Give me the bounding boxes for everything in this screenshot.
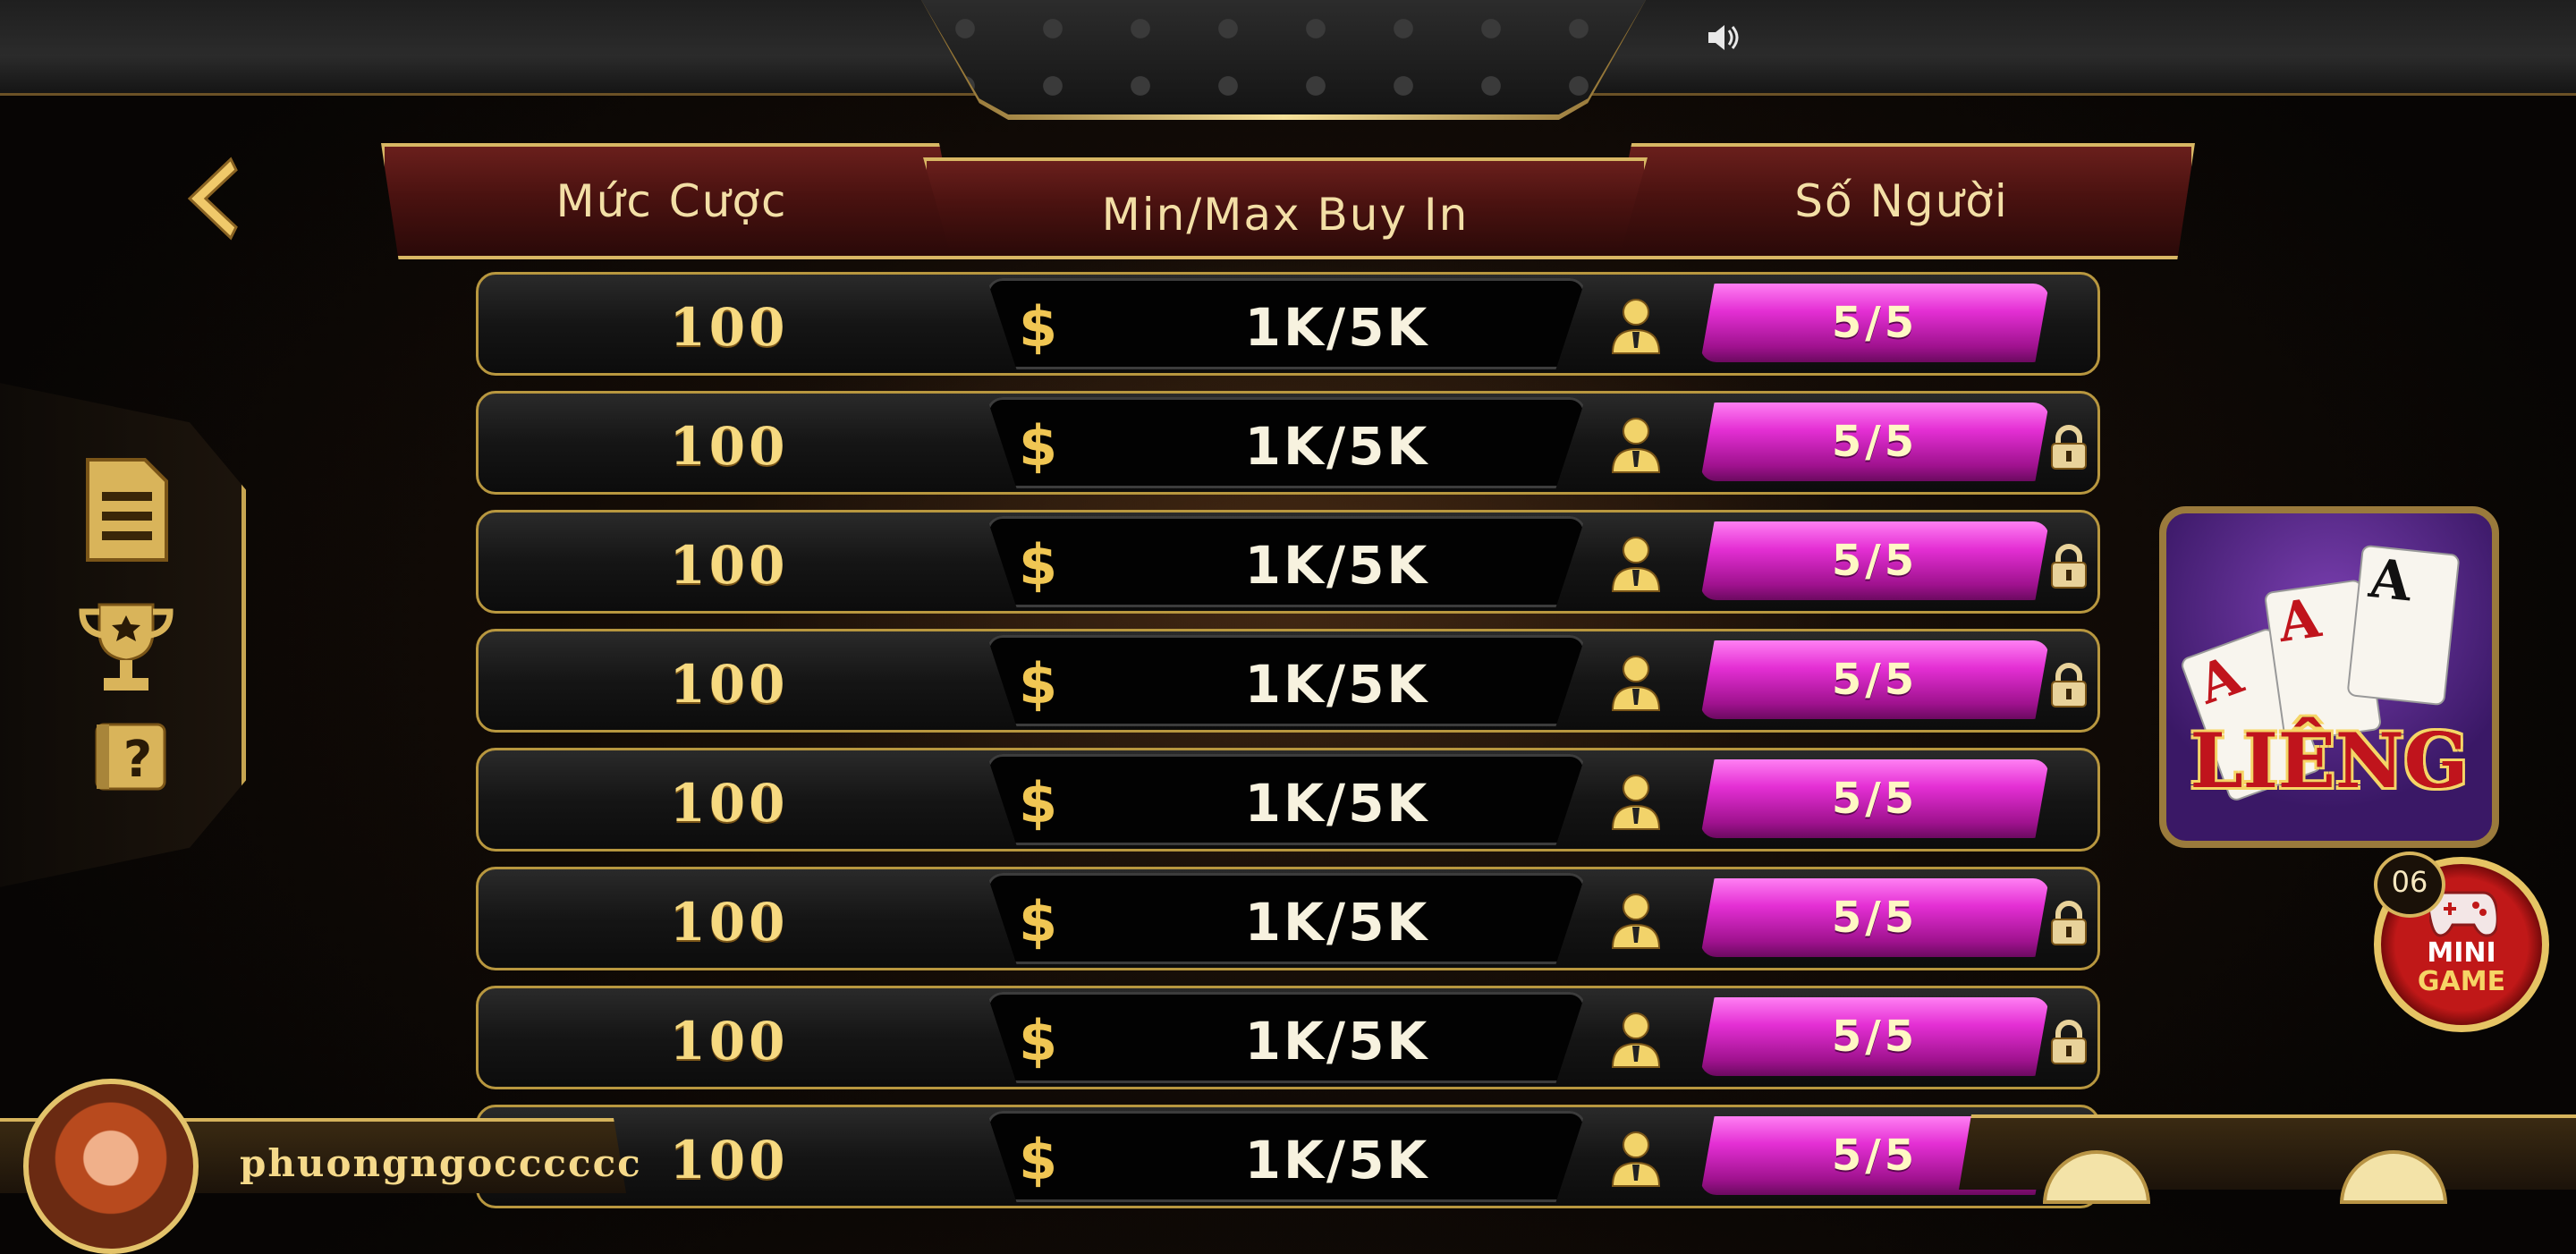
room-players: 5/5	[1700, 402, 2049, 481]
room-list: 100 $ 1K/5K 5/5 100 $ 1K/5K 5/5 100 $ 1K…	[476, 272, 2100, 1224]
room-bet: 100	[669, 892, 789, 953]
lock-icon	[2051, 1020, 2087, 1064]
game-logo: A A A LIÊNG	[2159, 506, 2499, 848]
person-icon	[1611, 537, 1661, 592]
room-buyin: 1K/5K	[1244, 416, 1430, 477]
room-bet: 100	[669, 1011, 789, 1072]
minigame-label-line1: MINI	[2427, 937, 2496, 969]
person-icon	[1611, 656, 1661, 711]
chevron-left-icon	[187, 157, 238, 241]
room-buyin: 1K/5K	[1244, 892, 1430, 953]
room-players: 5/5	[1700, 878, 2049, 957]
room-players: 5/5	[1700, 521, 2049, 600]
game-logo-title: LIÊNG	[2190, 716, 2469, 805]
person-icon	[1611, 418, 1661, 473]
dollar-icon: $	[1019, 1127, 1058, 1192]
room-row[interactable]: 100 $ 1K/5K 5/5	[476, 629, 2100, 733]
room-players: 5/5	[1700, 997, 2049, 1076]
room-row[interactable]: 100 $ 1K/5K 5/5	[476, 272, 2100, 376]
person-icon	[1611, 1131, 1661, 1187]
room-bet: 100	[669, 654, 789, 715]
svg-text:?: ?	[123, 731, 152, 789]
room-buyin: 1K/5K	[1244, 773, 1430, 834]
person-icon	[1611, 775, 1661, 830]
dollar-icon: $	[1019, 294, 1058, 360]
room-buyin: 1K/5K	[1244, 535, 1430, 596]
dollar-icon: $	[1019, 651, 1058, 716]
header-players[interactable]: Số Người	[1608, 143, 2195, 259]
trophy-icon[interactable]	[77, 599, 175, 701]
minigame-label: MINI GAME	[2381, 939, 2542, 996]
avatar[interactable]	[23, 1079, 199, 1254]
help-icon[interactable]: ?	[93, 721, 168, 796]
minigame-count-badge: 06	[2374, 852, 2445, 918]
room-row[interactable]: 100 $ 1K/5K 5/5	[476, 748, 2100, 852]
room-row[interactable]: 100 $ 1K/5K 5/5	[476, 391, 2100, 495]
room-bet: 100	[669, 535, 789, 596]
room-players: 5/5	[1700, 640, 2049, 719]
back-button[interactable]	[175, 154, 247, 243]
header-bet[interactable]: Mức Cược	[381, 143, 962, 259]
room-bet: 100	[669, 773, 789, 834]
room-players: 5/5	[1700, 759, 2049, 838]
dollar-icon: $	[1019, 532, 1058, 597]
minigame-label-line2: GAME	[2417, 966, 2506, 997]
room-bet: 100	[669, 297, 789, 358]
room-buyin: 1K/5K	[1244, 297, 1430, 358]
document-icon[interactable]	[84, 456, 170, 567]
lock-icon	[2051, 544, 2087, 589]
room-row[interactable]: 100 $ 1K/5K 5/5	[476, 867, 2100, 970]
lock-icon	[2051, 663, 2087, 707]
room-buyin: 1K/5K	[1244, 1130, 1430, 1190]
person-icon	[1611, 1013, 1661, 1068]
dollar-icon: $	[1019, 413, 1058, 479]
dollar-icon: $	[1019, 770, 1058, 835]
top-notch-decoration	[921, 0, 1646, 114]
room-bet: 100	[669, 416, 789, 477]
username: phuongngocccccc	[240, 1141, 642, 1185]
dollar-icon: $	[1019, 1008, 1058, 1073]
room-row[interactable]: 100 $ 1K/5K 5/5	[476, 510, 2100, 614]
lock-icon	[2051, 901, 2087, 945]
room-players: 5/5	[1700, 284, 2049, 362]
person-icon	[1611, 299, 1661, 354]
room-row[interactable]: 100 $ 1K/5K 5/5	[476, 1105, 2100, 1208]
header-buyin[interactable]: Min/Max Buy In	[923, 157, 1648, 259]
speaker-icon[interactable]	[1703, 18, 1742, 57]
dollar-icon: $	[1019, 889, 1058, 954]
room-row[interactable]: 100 $ 1K/5K 5/5	[476, 986, 2100, 1089]
room-buyin: 1K/5K	[1244, 654, 1430, 715]
room-buyin: 1K/5K	[1244, 1011, 1430, 1072]
lock-icon	[2051, 425, 2087, 470]
person-icon	[1611, 894, 1661, 949]
card-icon: A	[2346, 544, 2461, 707]
